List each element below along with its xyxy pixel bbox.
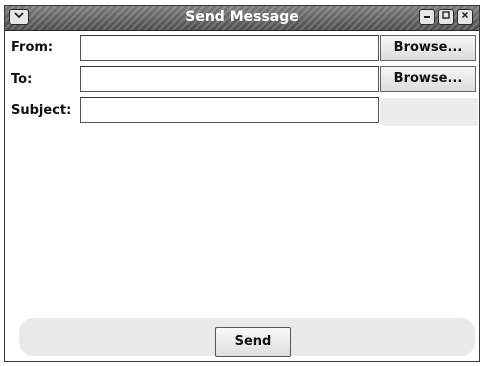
subject-field[interactable] [81, 98, 378, 122]
to-label: To: [11, 72, 33, 87]
subject-label: Subject: [11, 103, 72, 118]
to-field-wrapper [80, 66, 379, 92]
minimize-icon[interactable] [419, 9, 435, 25]
maximize-icon[interactable] [438, 9, 454, 25]
subject-field-wrapper [80, 97, 379, 123]
from-label: From: [11, 40, 54, 55]
from-field-wrapper [80, 35, 379, 61]
close-icon[interactable] [457, 9, 473, 25]
window-title: Send Message [185, 9, 299, 25]
to-field[interactable] [81, 67, 378, 91]
title-bar[interactable]: Send Message [5, 6, 479, 31]
to-browse-button[interactable]: Browse... [380, 66, 476, 92]
send-button[interactable]: Send [215, 327, 291, 357]
from-browse-button[interactable]: Browse... [380, 35, 476, 61]
from-field[interactable] [81, 36, 378, 60]
send-message-window: Send Message From: Browse... To: Browse.… [4, 5, 480, 362]
subject-row-shade [380, 98, 478, 126]
